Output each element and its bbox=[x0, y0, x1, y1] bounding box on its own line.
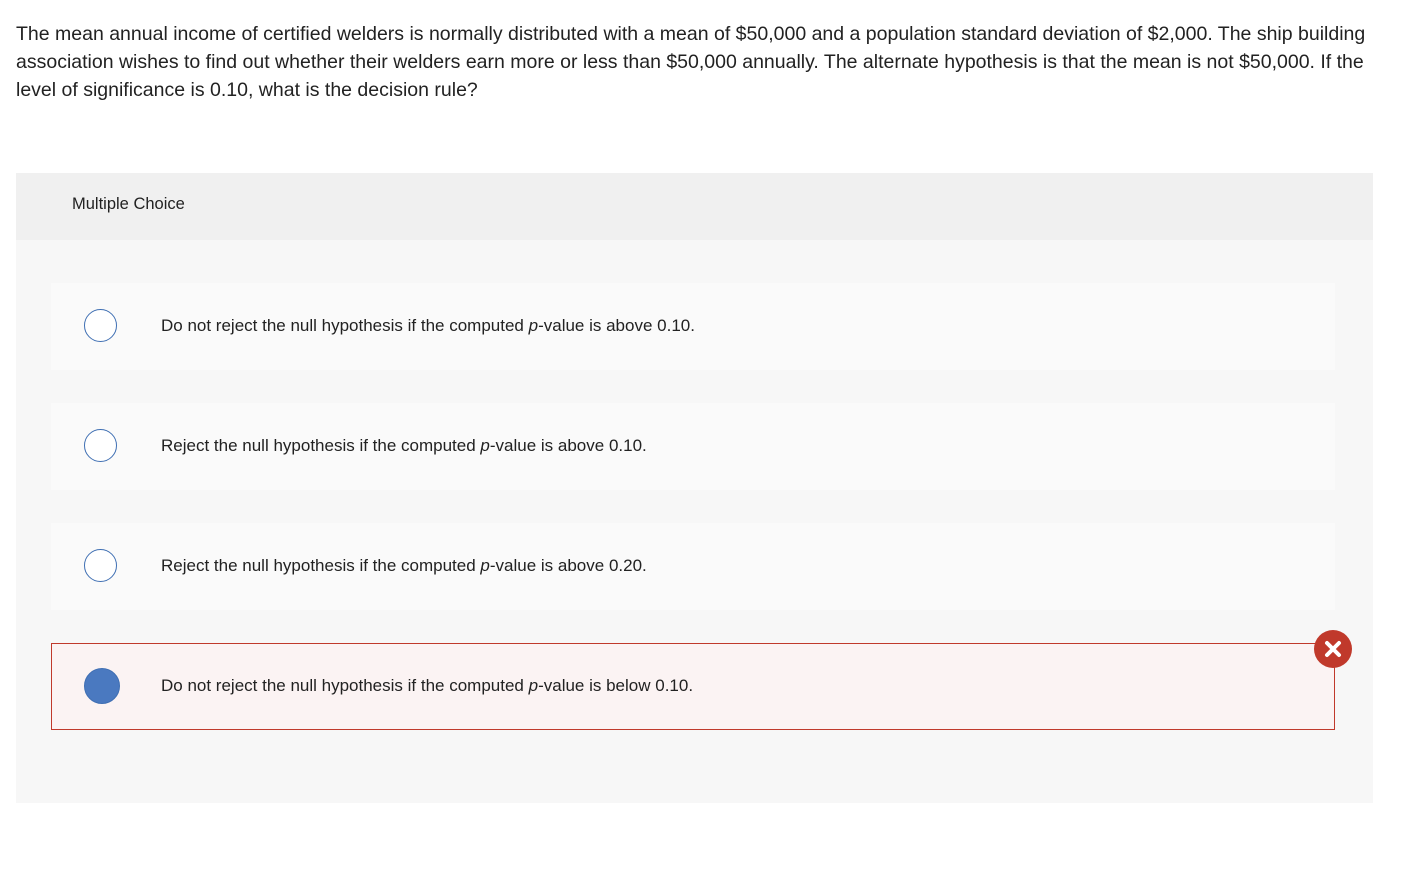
answer-option-1[interactable]: Do not reject the null hypothesis if the… bbox=[51, 283, 1335, 370]
panel-title: Multiple Choice bbox=[72, 195, 185, 213]
radio-button[interactable] bbox=[84, 309, 117, 342]
option-label: Do not reject the null hypothesis if the… bbox=[161, 316, 695, 336]
radio-button[interactable] bbox=[84, 429, 117, 462]
multiple-choice-panel: Multiple Choice Do not reject the null h… bbox=[16, 173, 1373, 803]
option-text-before: Do not reject the null hypothesis if the… bbox=[161, 676, 529, 695]
answer-option-4[interactable]: Do not reject the null hypothesis if the… bbox=[51, 630, 1352, 730]
option-text-italic: p bbox=[528, 676, 539, 695]
option-text-before: Do not reject the null hypothesis if the… bbox=[161, 316, 529, 335]
close-icon bbox=[1325, 641, 1341, 657]
option-text-before: Reject the null hypothesis if the comput… bbox=[161, 556, 481, 575]
option-text-after: -value is above 0.10. bbox=[538, 316, 695, 335]
option-text-after: -value is below 0.10. bbox=[538, 676, 694, 695]
question-text: The mean annual income of certified weld… bbox=[16, 23, 1366, 101]
option-text-before: Reject the null hypothesis if the comput… bbox=[161, 436, 481, 455]
option-text-italic: p bbox=[528, 316, 539, 335]
option-label: Reject the null hypothesis if the comput… bbox=[161, 556, 647, 576]
option-text-italic: p bbox=[480, 556, 490, 575]
radio-button[interactable] bbox=[84, 549, 117, 582]
option-text-italic: p bbox=[480, 436, 490, 455]
option-label: Do not reject the null hypothesis if the… bbox=[161, 676, 693, 696]
panel-header: Multiple Choice bbox=[16, 173, 1373, 240]
radio-button-selected[interactable] bbox=[84, 668, 120, 704]
incorrect-icon bbox=[1314, 630, 1352, 668]
answer-option-3[interactable]: Reject the null hypothesis if the comput… bbox=[51, 523, 1335, 610]
option-text-after: -value is above 0.20. bbox=[489, 556, 647, 575]
answer-option-2[interactable]: Reject the null hypothesis if the comput… bbox=[51, 403, 1335, 490]
option-text-after: -value is above 0.10. bbox=[489, 436, 647, 455]
option-label: Reject the null hypothesis if the comput… bbox=[161, 436, 647, 456]
